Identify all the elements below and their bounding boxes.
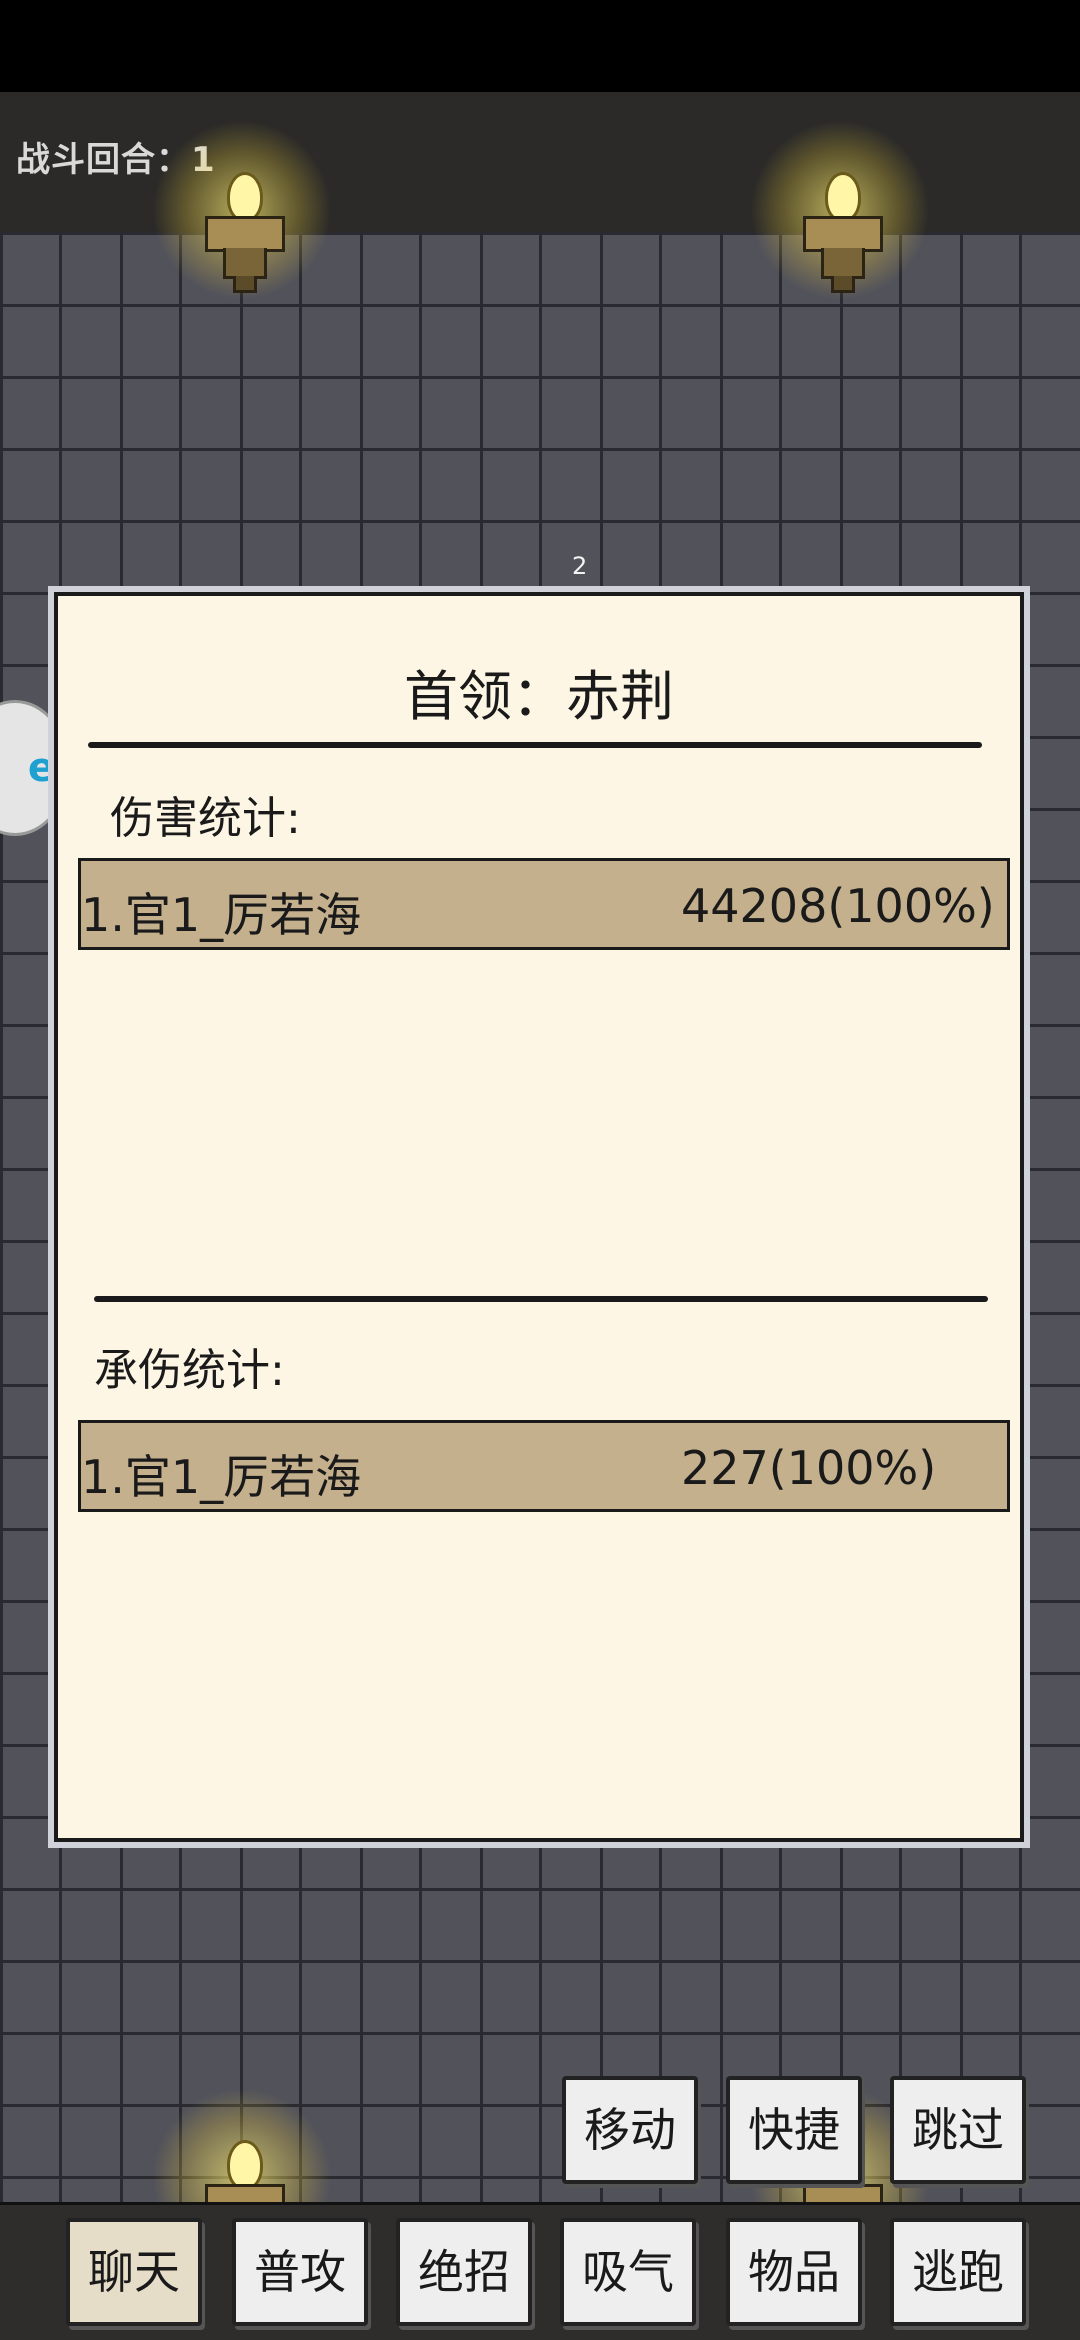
panel-content: 首领：赤荆 伤害统计: 1.官1_厉若海 44208(100%) 承伤统计: 1… bbox=[54, 592, 1024, 1842]
shortcut-button[interactable]: 快捷 bbox=[726, 2076, 862, 2184]
move-button[interactable]: 移动 bbox=[562, 2076, 698, 2184]
taken-row: 1.官1_厉若海 227(100%) bbox=[78, 1420, 1010, 1512]
torch-icon bbox=[750, 120, 930, 300]
boss-stats-panel: 首领：赤荆 伤害统计: 1.官1_厉若海 44208(100%) 承伤统计: 1… bbox=[48, 586, 1030, 1848]
damage-row-name: 1.官1_厉若海 bbox=[81, 888, 362, 942]
panel-index: 2 bbox=[572, 552, 588, 580]
chat-button[interactable]: 聊天 bbox=[66, 2218, 202, 2326]
torch-icon bbox=[152, 120, 332, 300]
damage-section-label: 伤害统计: bbox=[110, 793, 301, 844]
divider bbox=[88, 742, 982, 748]
breathe-button[interactable]: 吸气 bbox=[560, 2218, 696, 2326]
taken-section-label: 承伤统计: bbox=[94, 1345, 285, 1396]
battle-screen: 战斗回合：1 e 2 首领：赤荆 伤害统计: 1.官1_厉若海 44208(10… bbox=[0, 0, 1080, 2340]
damage-row-value: 44208(100%) bbox=[681, 879, 995, 933]
status-bar bbox=[0, 0, 1080, 92]
flee-button[interactable]: 逃跑 bbox=[890, 2218, 1026, 2326]
skip-button[interactable]: 跳过 bbox=[890, 2076, 1026, 2184]
taken-row-value: 227(100%) bbox=[681, 1441, 937, 1495]
ultimate-button[interactable]: 绝招 bbox=[396, 2218, 532, 2326]
normal-attack-button[interactable]: 普攻 bbox=[232, 2218, 368, 2326]
boss-title: 首领：赤荆 bbox=[404, 665, 674, 728]
divider bbox=[94, 1296, 988, 1302]
damage-row: 1.官1_厉若海 44208(100%) bbox=[78, 858, 1010, 950]
items-button[interactable]: 物品 bbox=[726, 2218, 862, 2326]
taken-row-name: 1.官1_厉若海 bbox=[81, 1450, 362, 1504]
